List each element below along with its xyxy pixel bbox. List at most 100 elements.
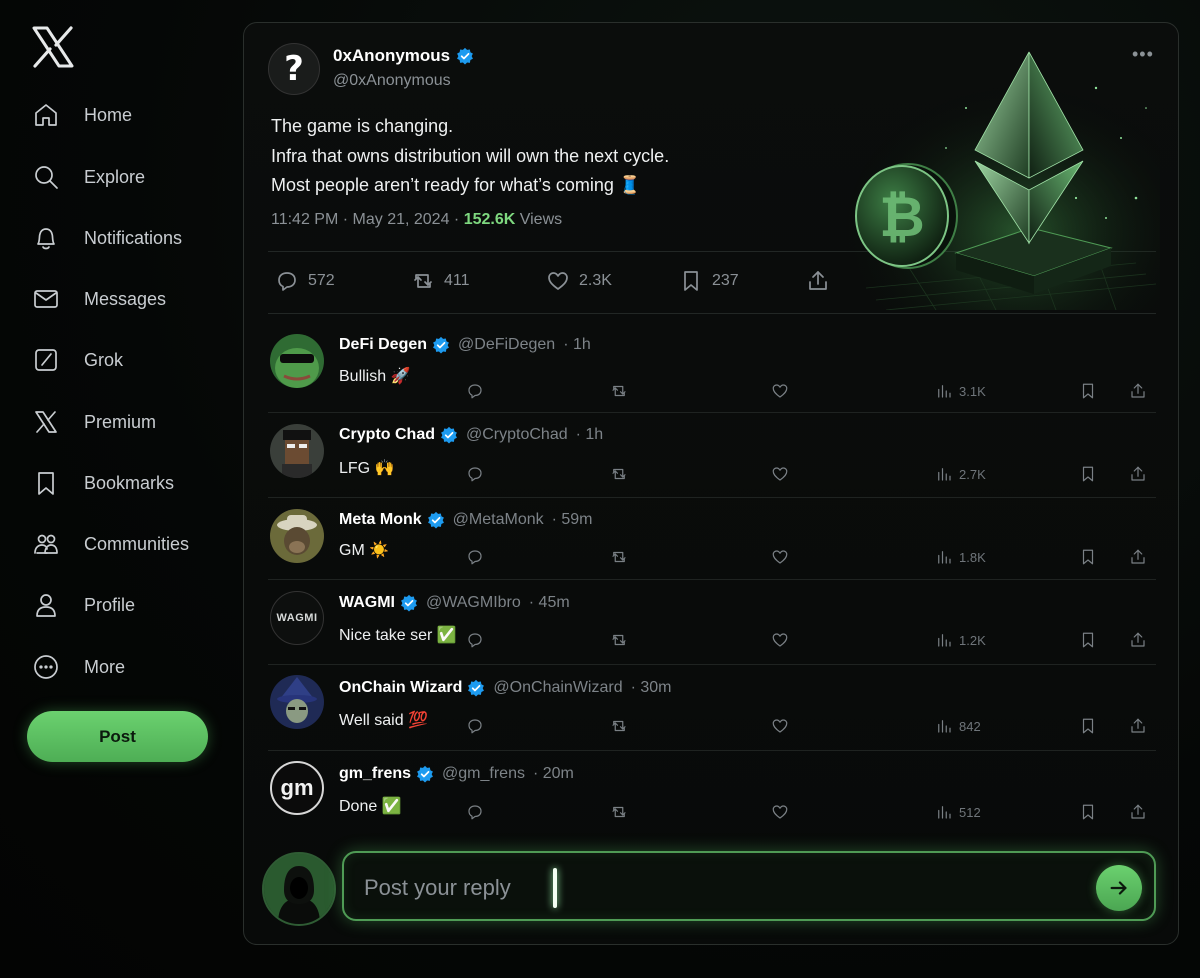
author-avatar[interactable]: ? — [268, 43, 320, 95]
nav-messages-label: Messages — [84, 288, 167, 309]
reply-share-button[interactable] — [1129, 382, 1147, 400]
nav-explore[interactable]: Explore — [32, 157, 145, 197]
reply-share-button[interactable] — [1129, 803, 1147, 821]
reply-share-button[interactable] — [1129, 548, 1147, 566]
reply-like-button[interactable] — [771, 548, 789, 566]
reply-avatar-wizard[interactable] — [270, 675, 324, 729]
verified-badge-icon — [441, 426, 457, 444]
nav-premium-label: Premium — [84, 411, 157, 432]
send-reply-button[interactable] — [1096, 865, 1142, 911]
reply-views[interactable]: 1.8K — [935, 548, 986, 566]
share-action[interactable] — [806, 267, 830, 295]
reply-header: OnChain Wizard @OnChainWizard · 30m — [339, 679, 672, 697]
nav-profile[interactable]: Profile — [32, 585, 135, 625]
repost-icon — [612, 551, 626, 563]
reply-share-button[interactable] — [1129, 717, 1147, 735]
nav-home[interactable]: Home — [32, 95, 132, 135]
reply-handle[interactable]: @DeFiDegen — [458, 336, 555, 354]
reply-avatar-punk[interactable] — [270, 424, 324, 478]
reply-bookmark-button[interactable] — [1079, 382, 1097, 400]
reply-handle[interactable]: @OnChainWizard — [493, 679, 622, 697]
reply-repost-button[interactable] — [610, 382, 628, 400]
nav-bookmarks[interactable]: Bookmarks — [32, 463, 174, 503]
nav-bookmarks-label: Bookmarks — [84, 472, 175, 493]
reply-name[interactable]: Crypto Chad — [339, 426, 435, 444]
reply-handle[interactable]: @WAGMIbro — [426, 594, 521, 612]
nav-communities[interactable]: Communities — [32, 524, 189, 564]
post-button[interactable]: Post — [27, 711, 208, 762]
reply-bookmark-button[interactable] — [1079, 717, 1097, 735]
reply-like-button[interactable] — [771, 382, 789, 400]
reply-item[interactable]: Meta Monk @MetaMonk · 59m GM ☀️ 1.8K — [268, 498, 1156, 580]
tweet-timestamp[interactable]: 11:42 PM · May 21, 2024 · — [271, 211, 464, 228]
reply-time: · 1h — [563, 336, 591, 353]
x-logo-icon[interactable] — [30, 24, 76, 70]
reply-avatar-gm[interactable]: gm — [270, 761, 324, 815]
reply-like-button[interactable] — [771, 717, 789, 735]
reply-views[interactable]: 3.1K — [935, 382, 986, 400]
reply-share-button[interactable] — [1129, 631, 1147, 649]
reply-avatar-ape[interactable] — [270, 509, 324, 563]
nav-grok[interactable]: Grok — [32, 340, 123, 380]
nav-notifications[interactable]: Notifications — [32, 218, 182, 258]
reply-repost-button[interactable] — [610, 465, 628, 483]
nav-profile-label: Profile — [84, 594, 136, 615]
reply-comment-button[interactable] — [466, 717, 484, 735]
reply-handle[interactable]: @gm_frens — [442, 765, 525, 783]
reply-views-count: 1.8K — [959, 549, 986, 565]
reply-handle[interactable]: @CryptoChad — [466, 426, 568, 444]
reply-bookmark-button[interactable] — [1079, 803, 1097, 821]
reply-views[interactable]: 1.2K — [935, 631, 986, 649]
reply-comment-button[interactable] — [466, 382, 484, 400]
reply-item[interactable]: gm gm_frens @gm_frens · 20m Done ✅ 512 — [268, 751, 1156, 835]
reply-bookmark-button[interactable] — [1079, 548, 1097, 566]
current-user-avatar[interactable] — [262, 852, 336, 926]
reply-item[interactable]: OnChain Wizard @OnChainWizard · 30m Well… — [268, 665, 1156, 751]
reply-item[interactable]: DeFi Degen @DeFiDegen · 1h Bullish 🚀 3.1… — [268, 332, 1156, 414]
reply-name[interactable]: DeFi Degen — [339, 336, 427, 354]
bookmark-action[interactable]: 237 — [679, 267, 739, 295]
reply-views[interactable]: 512 — [935, 803, 981, 821]
reply-input[interactable] — [362, 869, 1006, 907]
reply-views-count: 2.7K — [959, 466, 986, 482]
reply-name[interactable]: Meta Monk — [339, 511, 422, 529]
reply-name[interactable]: gm_frens — [339, 765, 411, 783]
reply-text: Nice take ser ✅ — [339, 627, 457, 644]
like-action[interactable]: 2.3K — [546, 267, 612, 295]
author-handle[interactable]: @0xAnonymous — [333, 72, 451, 90]
reply-views[interactable]: 842 — [935, 717, 981, 735]
reply-icon — [468, 384, 482, 399]
nav-premium[interactable]: Premium — [32, 402, 156, 442]
reply-item[interactable]: Crypto Chad @CryptoChad · 1h LFG 🙌 2.7K — [268, 414, 1156, 498]
reply-avatar-wagmi[interactable]: WAGMI — [270, 591, 324, 645]
reply-repost-button[interactable] — [610, 631, 628, 649]
reply-views[interactable]: 2.7K — [935, 465, 986, 483]
reply-item[interactable]: WAGMI WAGMI @WAGMIbro · 45m Nice take se… — [268, 580, 1156, 665]
nav-more[interactable]: More — [32, 647, 125, 687]
reply-comment-button[interactable] — [466, 631, 484, 649]
reply-comment-button[interactable] — [466, 803, 484, 821]
reply-repost-button[interactable] — [610, 717, 628, 735]
reply-share-button[interactable] — [1129, 465, 1147, 483]
nav-messages[interactable]: Messages — [32, 279, 166, 319]
reply-like-button[interactable] — [771, 465, 789, 483]
reply-name[interactable]: OnChain Wizard — [339, 679, 462, 697]
reply-comment-button[interactable] — [466, 548, 484, 566]
reply-action[interactable]: 572 — [275, 267, 335, 295]
reply-views-count: 3.1K — [959, 383, 986, 399]
reply-bookmark-button[interactable] — [1079, 631, 1097, 649]
reply-name[interactable]: WAGMI — [339, 594, 395, 612]
bookmark-icon — [38, 472, 54, 495]
repost-count: 411 — [444, 272, 470, 289]
reply-avatar-pepe[interactable] — [270, 334, 324, 388]
reply-like-button[interactable] — [771, 803, 789, 821]
reply-bookmark-button[interactable] — [1079, 465, 1097, 483]
reply-handle[interactable]: @MetaMonk — [453, 511, 544, 529]
verified-badge-icon — [457, 47, 474, 65]
reply-repost-button[interactable] — [610, 548, 628, 566]
author-name-row[interactable]: 0xAnonymous — [333, 46, 474, 66]
repost-action[interactable]: 411 — [411, 267, 470, 295]
reply-repost-button[interactable] — [610, 803, 628, 821]
reply-comment-button[interactable] — [466, 465, 484, 483]
reply-like-button[interactable] — [771, 631, 789, 649]
